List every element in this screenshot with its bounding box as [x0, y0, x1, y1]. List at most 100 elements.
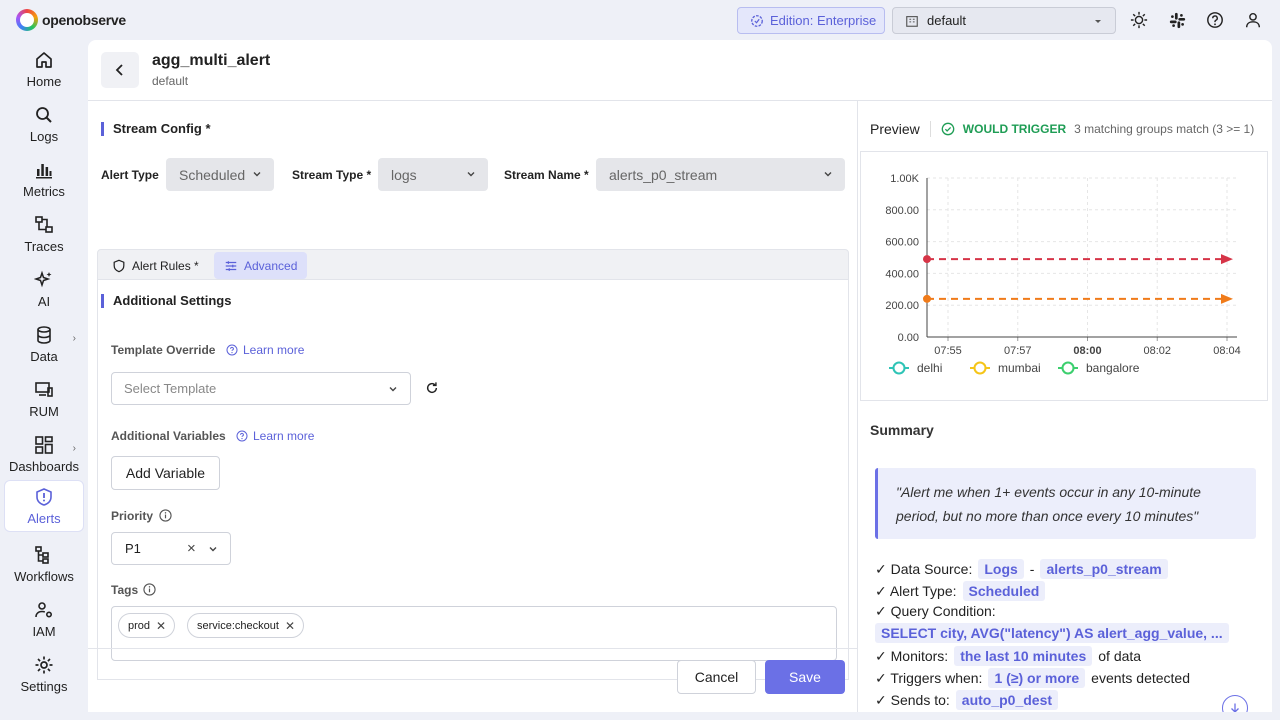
save-button[interactable]: Save: [765, 660, 845, 694]
advanced-tab[interactable]: Advanced: [214, 252, 308, 279]
chevron-down-icon: [389, 387, 397, 392]
nav-settings-label: Settings: [20, 679, 68, 694]
workflow-icon: [35, 546, 49, 564]
nav-data[interactable]: Data ›: [4, 319, 84, 371]
chart-svg: 1.00K 800.00 600.00 400.00 200.00 0.00 07:55 07…: [885, 173, 1240, 375]
main-panel: agg_multi_alert default Stream Config * …: [88, 40, 1272, 712]
chevron-down-icon: [209, 547, 217, 552]
nav-alerts[interactable]: Alerts: [4, 480, 84, 532]
check-circle-icon: [941, 122, 955, 136]
stream-name-value: alerts_p0_stream: [609, 166, 718, 183]
org-selector[interactable]: default: [892, 7, 1116, 34]
nav-workflows-label: Workflows: [14, 569, 74, 584]
remove-tag-icon[interactable]: ✕: [285, 619, 295, 633]
nav-rum-label: RUM: [29, 404, 59, 419]
user-icon[interactable]: [1243, 10, 1263, 30]
alert-type-summary-value: Scheduled: [962, 581, 1046, 601]
help-icon[interactable]: [1205, 10, 1225, 30]
nav-ai-label: AI: [37, 294, 51, 309]
sidebar: Home Logs Metrics Traces AI Data › RUM D…: [0, 40, 88, 720]
theme-toggle-icon[interactable]: [1129, 10, 1149, 30]
database-icon: [37, 326, 51, 344]
alert-type-select[interactable]: Scheduled: [166, 158, 274, 191]
stream-type-select[interactable]: logs: [378, 158, 488, 191]
stream-type-value: logs: [391, 166, 417, 183]
summary-title: Summary: [870, 422, 934, 438]
nav-iam[interactable]: IAM: [4, 594, 84, 646]
data-source-label: ✓ Data Source:: [875, 560, 973, 577]
trigger-description: 3 matching groups match (3 >= 1): [1074, 122, 1255, 136]
legend-marker: [892, 361, 906, 375]
search-icon: [36, 107, 52, 123]
back-button[interactable]: [101, 52, 139, 88]
monitors-label: ✓ Monitors:: [875, 647, 949, 664]
nav-workflows[interactable]: Workflows: [4, 539, 84, 591]
chevron-left-icon: [115, 64, 123, 76]
sparkle-icon: [34, 270, 52, 288]
edition-label: Edition: Enterprise: [770, 13, 877, 28]
triggers-value: 1 (≥) or more: [988, 668, 1086, 688]
nav-traces[interactable]: Traces: [4, 209, 84, 261]
alert-rules-tab[interactable]: Alert Rules *: [102, 252, 209, 279]
cancel-button[interactable]: Cancel: [677, 660, 756, 694]
tag-chip: service:checkout ✕: [187, 613, 304, 638]
learn-more-label: Learn more: [243, 343, 305, 357]
y-tick-label: 800.00: [885, 205, 919, 217]
info-icon[interactable]: [159, 509, 172, 525]
dashboard-icon: [35, 436, 53, 454]
nav-dashboards[interactable]: Dashboards ›: [4, 429, 84, 481]
edition-badge[interactable]: Edition: Enterprise: [737, 7, 885, 34]
tag-label: service:checkout: [197, 619, 279, 632]
legend-label: bangalore: [1086, 361, 1140, 375]
help-circle-icon: [226, 344, 238, 356]
devices-icon: [35, 382, 53, 397]
chevron-down-icon: [824, 172, 832, 177]
user-gear-icon: [35, 602, 53, 618]
alert-type-summary-label: ✓ Alert Type:: [875, 582, 957, 599]
slack-icon[interactable]: [1167, 10, 1187, 30]
preview-header: Preview WOULD TRIGGER 3 matching groups …: [870, 121, 1254, 137]
app-logo[interactable]: openobserve: [16, 9, 126, 31]
refresh-icon[interactable]: [425, 381, 439, 398]
tag-label: prod: [128, 619, 151, 632]
nav-iam-label: IAM: [32, 624, 56, 639]
shield-icon: [113, 259, 125, 272]
stream-name-label: Stream Name *: [504, 168, 589, 182]
nav-alerts-label: Alerts: [27, 511, 61, 526]
priority-label: Priority: [111, 509, 154, 523]
sends-to-value: auto_p0_dest: [955, 690, 1059, 710]
sliders-icon: [225, 260, 237, 271]
y-tick-label: 400.00: [885, 268, 919, 280]
nav-rum[interactable]: RUM: [4, 374, 84, 426]
chevron-down-icon: [467, 172, 475, 177]
template-learn-more-link[interactable]: Learn more: [226, 343, 304, 357]
query-condition-label: ✓ Query Condition:: [875, 603, 996, 619]
chevron-down-icon: [253, 172, 261, 177]
template-placeholder: Select Template: [124, 381, 217, 396]
nav-logs[interactable]: Logs: [4, 99, 84, 151]
top-bar: openobserve Edition: Enterprise default: [0, 0, 1280, 40]
legend-marker: [1061, 361, 1075, 375]
data-source-sep: -: [1029, 561, 1035, 577]
alert-form: Stream Config * Alert Type Scheduled Str…: [88, 101, 857, 680]
variables-learn-more-link[interactable]: Learn more: [236, 429, 314, 443]
clear-icon[interactable]: ×: [187, 540, 196, 557]
priority-select[interactable]: P1 ×: [111, 532, 231, 565]
nav-ai[interactable]: AI: [4, 264, 84, 316]
remove-tag-icon[interactable]: ✕: [156, 619, 166, 633]
nav-settings[interactable]: Settings: [4, 649, 84, 701]
x-tick-label: 08:00: [1073, 345, 1101, 357]
add-variable-button[interactable]: Add Variable: [111, 456, 220, 490]
nav-home-label: Home: [26, 74, 62, 89]
nav-metrics[interactable]: Metrics: [4, 154, 84, 206]
nav-dashboards-label: Dashboards: [8, 459, 80, 474]
info-icon[interactable]: [143, 583, 156, 599]
scroll-down-button[interactable]: [1222, 695, 1248, 712]
legend-label: mumbai: [998, 361, 1041, 375]
stream-type-label: Stream Type *: [292, 168, 372, 182]
nav-home[interactable]: Home: [4, 44, 84, 96]
template-select[interactable]: Select Template: [111, 372, 411, 405]
y-tick-label: 200.00: [885, 300, 919, 312]
advanced-label: Advanced: [244, 258, 298, 273]
stream-name-select[interactable]: alerts_p0_stream: [596, 158, 845, 191]
